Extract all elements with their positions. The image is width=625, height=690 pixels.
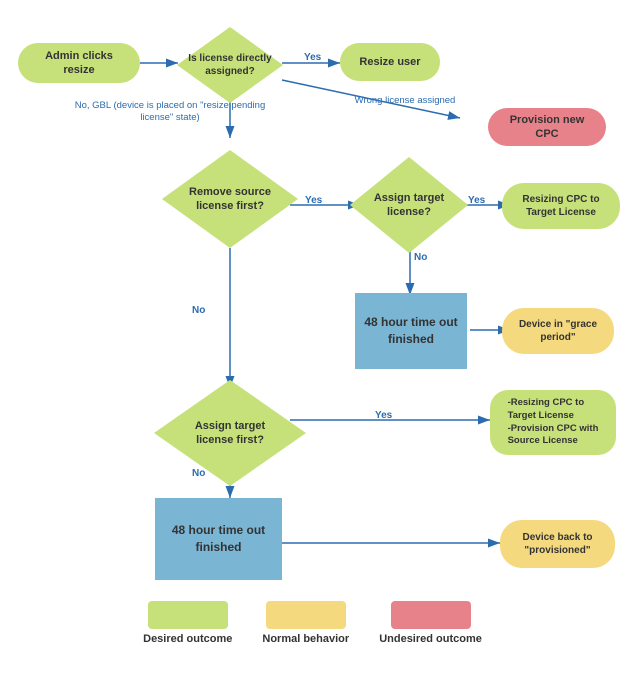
- provision-new-cpc-label: Provision new CPC: [498, 113, 596, 142]
- device-grace-node: Device in "grace period": [502, 308, 614, 354]
- resizing-cpc-top-node: Resizing CPC to Target License: [502, 183, 620, 229]
- legend-undesired-box: [391, 601, 471, 629]
- device-provisioned-label: Device back to "provisioned": [522, 531, 592, 557]
- device-grace-label: Device in "grace period": [519, 318, 597, 344]
- assign-target-bottom-label: Assign target license first?: [195, 419, 265, 448]
- legend: Desired outcome Normal behavior Undesire…: [0, 601, 625, 645]
- no-gbl-note: No, GBL (device is placed on "resize pen…: [70, 100, 270, 125]
- no3-label: No: [414, 252, 427, 263]
- 48hr-top-node: 48 hour time out finished: [355, 293, 467, 369]
- no4-label: No: [192, 468, 205, 479]
- legend-desired-label: Desired outcome: [143, 633, 232, 645]
- admin-clicks-label: Admin clicks resize: [28, 49, 130, 78]
- legend-normal-label: Normal behavior: [262, 633, 349, 645]
- resize-user-label: Resize user: [359, 55, 420, 69]
- yes4-label: Yes: [375, 410, 392, 421]
- legend-normal-box: [266, 601, 346, 629]
- no2-label: No: [192, 305, 205, 316]
- resize-user-node: Resize user: [340, 43, 440, 81]
- yes2-label: Yes: [305, 195, 322, 206]
- admin-clicks-resize-node: Admin clicks resize: [18, 43, 140, 83]
- 48hr-bottom-node: 48 hour time out finished: [155, 498, 282, 580]
- legend-undesired: Undesired outcome: [379, 601, 482, 645]
- yes3-label: Yes: [468, 195, 485, 206]
- legend-desired: Desired outcome: [143, 601, 232, 645]
- device-provisioned-node: Device back to "provisioned": [500, 520, 615, 568]
- wrong-license-note: Wrong license assigned: [335, 95, 475, 107]
- legend-undesired-label: Undesired outcome: [379, 633, 482, 645]
- remove-source-label: Remove source license first?: [189, 185, 271, 214]
- yes1-label: Yes: [304, 52, 321, 63]
- legend-desired-box: [148, 601, 228, 629]
- legend-normal: Normal behavior: [262, 601, 349, 645]
- provision-new-cpc-node: Provision new CPC: [488, 108, 606, 146]
- is-directly-assigned-label: Is license directly assigned?: [188, 52, 271, 78]
- wrong-license-label: Wrong license assigned: [355, 95, 456, 106]
- resizing-cpc-top-label: Resizing CPC to Target License: [522, 193, 599, 219]
- assign-target-top-label: Assign target license?: [374, 191, 444, 220]
- resizing-provision-node: -Resizing CPC to Target License -Provisi…: [490, 390, 616, 455]
- 48hr-bottom-label: 48 hour time out finished: [172, 522, 265, 556]
- no-gbl-label: No, GBL (device is placed on "resize pen…: [75, 100, 266, 123]
- resizing-provision-label: -Resizing CPC to Target License -Provisi…: [508, 397, 599, 448]
- 48hr-top-label: 48 hour time out finished: [364, 314, 457, 348]
